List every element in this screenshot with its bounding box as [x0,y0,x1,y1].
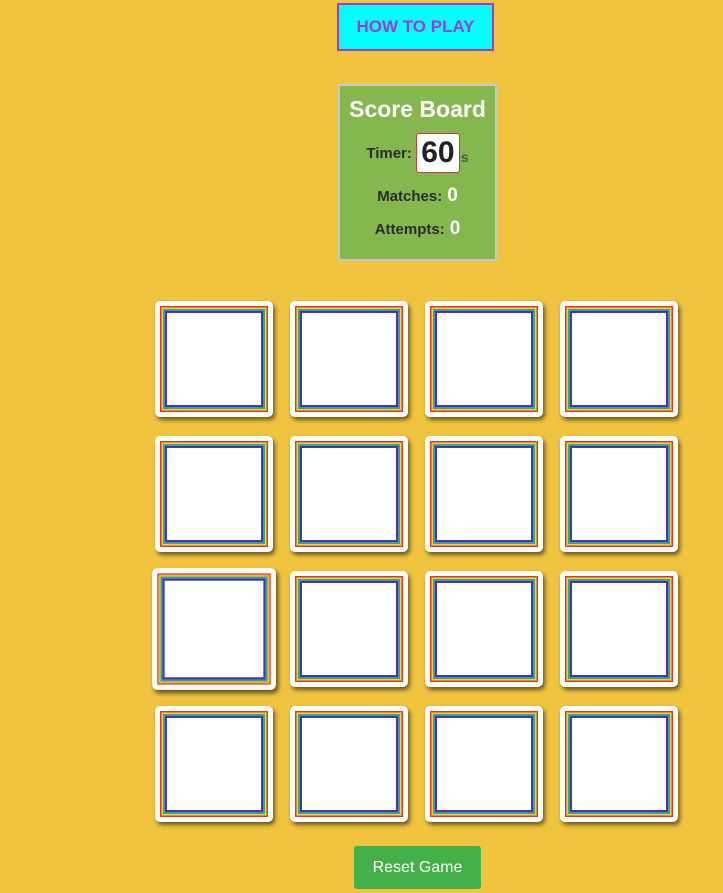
memory-card[interactable] [560,301,678,417]
timer-label: Timer: [366,144,412,162]
card-back-pattern [430,441,538,547]
memory-card[interactable] [290,301,408,417]
card-back-pattern [565,576,673,682]
memory-card[interactable] [155,301,273,417]
card-back-pattern [430,306,538,412]
card-back-pattern [295,441,403,547]
memory-card[interactable] [155,436,273,552]
card-back-pattern [295,576,403,682]
attempts-value: 0 [449,218,461,239]
matches-value: 0 [447,185,458,206]
memory-card[interactable] [425,301,543,417]
card-back-pattern [295,711,403,817]
matches-label: Matches: [377,187,443,205]
reset-game-button[interactable]: Reset Game [354,846,481,889]
memory-card[interactable] [560,436,678,552]
card-back-pattern [157,573,271,685]
memory-card[interactable] [425,706,543,822]
memory-card[interactable] [290,436,408,552]
attempts-label: Attempts: [374,220,445,238]
memory-card[interactable] [560,571,678,687]
how-to-play-button[interactable]: HOW TO PLAY [337,3,494,51]
score-board: Score Board Timer: 60 s Matches: 0 Attem… [338,84,497,261]
matches-row: Matches: 0 [340,184,495,208]
card-back-pattern [565,441,673,547]
card-back-pattern [160,306,268,412]
attempts-row: Attempts: 0 [340,217,495,241]
card-back-pattern [430,576,538,682]
card-back-pattern [160,441,268,547]
memory-card[interactable] [425,436,543,552]
memory-card[interactable] [290,706,408,822]
card-back-pattern [160,711,268,817]
timer-value: 60 [415,133,460,173]
memory-card[interactable] [425,571,543,687]
timer-row: Timer: 60 s [340,132,495,174]
card-back-pattern [565,306,673,412]
card-back-pattern [430,711,538,817]
card-back-pattern [295,306,403,412]
timer-unit: s [460,149,469,165]
card-back-pattern [565,711,673,817]
memory-card[interactable] [152,568,276,690]
memory-card[interactable] [290,571,408,687]
score-board-title: Score Board [349,96,486,122]
memory-card[interactable] [155,706,273,822]
memory-card[interactable] [560,706,678,822]
